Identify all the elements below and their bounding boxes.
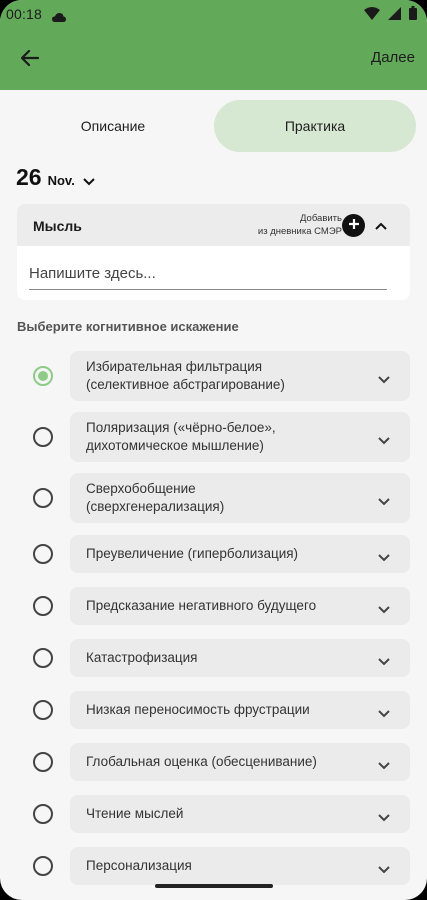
wifi-icon <box>364 6 380 23</box>
distortion-item: Сверхобобщение (сверхгенерализация) <box>0 473 427 523</box>
distortion-item: Поляризация («чёрно-белое», дихотомическо… <box>0 412 427 462</box>
chevron-down-icon <box>378 549 390 567</box>
tab-practice[interactable]: Практика <box>214 100 416 152</box>
distortion-label-line2: (сверхгенерализация) <box>86 499 225 514</box>
add-label-line1: Добавить <box>300 213 342 224</box>
arrow-left-icon <box>20 49 40 71</box>
distortion-label: Низкая переносимость фрустрации <box>86 701 356 719</box>
back-button[interactable] <box>14 44 46 76</box>
distortion-label-line1: Предсказание негативного будущего <box>86 598 317 613</box>
distortion-label: Катастрофизация <box>86 649 356 667</box>
distortion-label: Чтение мыслей <box>86 805 356 823</box>
distortion-item: Катастрофизация <box>0 639 427 677</box>
status-icons <box>364 6 417 23</box>
thought-header: Мысль Добавить из дневника СМЭР <box>17 204 410 246</box>
thought-input[interactable] <box>29 258 387 290</box>
tab-description[interactable]: Описание <box>12 100 214 152</box>
distortion-label: Персонализация <box>86 857 356 875</box>
thought-title: Мысль <box>33 218 82 234</box>
status-time: 00:18 <box>6 6 43 22</box>
distortion-label-line1: Преувеличение (гиперболизация) <box>86 546 299 561</box>
chevron-up-icon <box>375 217 387 235</box>
distortion-card[interactable]: Сверхобобщение (сверхгенерализация) <box>70 473 410 523</box>
distortion-label-line1: Чтение мыслей <box>86 806 184 821</box>
add-label-line2: из дневника СМЭР <box>257 226 342 237</box>
distortion-label: Преувеличение (гиперболизация) <box>86 545 356 563</box>
distortion-item: Преувеличение (гиперболизация) <box>0 535 427 573</box>
chevron-down-icon <box>378 861 390 879</box>
distortion-card[interactable]: Избирательная фильтрация (селективное абс… <box>70 351 410 401</box>
chevron-down-icon <box>378 653 390 671</box>
distortion-label-line1: Персонализация <box>86 858 192 873</box>
chevron-down-icon <box>378 809 390 827</box>
chevron-down-icon <box>83 173 95 191</box>
home-indicator[interactable] <box>155 884 273 888</box>
date-day: 26 <box>16 164 42 190</box>
add-from-diary-button[interactable] <box>342 214 365 237</box>
battery-icon <box>409 6 417 23</box>
distortion-label: Глобальная оценка (обесценивание) <box>86 753 356 771</box>
distortion-item: Глобальная оценка (обесценивание) <box>0 743 427 781</box>
chevron-down-icon <box>378 493 390 511</box>
status-bar: 00:18 <box>0 0 427 30</box>
distortion-item: Избирательная фильтрация (селективное абс… <box>0 351 427 401</box>
collapse-button[interactable] <box>371 216 391 236</box>
distortion-card[interactable]: Чтение мыслей <box>70 795 410 833</box>
distortion-card[interactable]: Преувеличение (гиперболизация) <box>70 535 410 573</box>
thought-card: Мысль Добавить из дневника СМЭР <box>17 204 410 300</box>
date-month: Nov. <box>47 173 75 188</box>
distortion-item: Низкая переносимость фрустрации <box>0 691 427 729</box>
distortion-label-line1: Избирательная фильтрация <box>86 359 263 374</box>
distortion-radio[interactable] <box>33 700 53 720</box>
distortion-label: Предсказание негативного будущего <box>86 597 356 615</box>
distortion-label-line2: дихотомическое мышление) <box>86 438 264 453</box>
chevron-down-icon <box>378 757 390 775</box>
distortion-radio[interactable] <box>33 648 53 668</box>
distortion-item: Предсказание негативного будущего <box>0 587 427 625</box>
signal-icon <box>388 6 401 23</box>
app-bar: Далее <box>0 30 427 90</box>
distortion-radio[interactable] <box>33 856 53 876</box>
section-label: Выберите когнитивное искажение <box>17 319 239 334</box>
cloud-icon <box>52 9 66 25</box>
distortion-card[interactable]: Предсказание негативного будущего <box>70 587 410 625</box>
chevron-down-icon <box>378 705 390 723</box>
chevron-down-icon <box>378 601 390 619</box>
distortion-label-line1: Поляризация («чёрно-белое», <box>86 420 276 435</box>
distortion-item: Персонализация <box>0 847 427 885</box>
distortion-card[interactable]: Глобальная оценка (обесценивание) <box>70 743 410 781</box>
distortion-radio[interactable] <box>33 596 53 616</box>
next-button[interactable]: Далее <box>371 49 415 66</box>
distortion-label: Поляризация («чёрно-белое», дихотомическо… <box>86 419 356 455</box>
distortion-card[interactable]: Поляризация («чёрно-белое», дихотомическо… <box>70 412 410 462</box>
distortion-radio[interactable] <box>33 752 53 772</box>
date-picker[interactable]: 26 Nov. <box>16 164 95 191</box>
distortion-label-line1: Катастрофизация <box>86 650 198 665</box>
distortion-card[interactable]: Катастрофизация <box>70 639 410 677</box>
distortion-label: Сверхобобщение (сверхгенерализация) <box>86 480 356 516</box>
distortion-radio[interactable] <box>33 427 53 447</box>
distortion-label-line1: Глобальная оценка (обесценивание) <box>86 754 317 769</box>
distortion-label-line1: Сверхобобщение <box>86 481 196 496</box>
phone-screen: 00:18 Далее Описание Практика 26 Nov. Мы… <box>0 0 427 900</box>
distortion-radio[interactable] <box>33 366 53 386</box>
add-from-diary-label: Добавить из дневника СМЭР <box>258 212 342 238</box>
tab-bar: Описание Практика <box>0 100 427 152</box>
distortion-label-line1: Низкая переносимость фрустрации <box>86 702 310 717</box>
distortion-radio[interactable] <box>33 544 53 564</box>
distortion-label: Избирательная фильтрация (селективное абс… <box>86 358 356 394</box>
distortion-card[interactable]: Низкая переносимость фрустрации <box>70 691 410 729</box>
distortion-radio[interactable] <box>33 488 53 508</box>
distortion-radio[interactable] <box>33 804 53 824</box>
distortion-card[interactable]: Персонализация <box>70 847 410 885</box>
chevron-down-icon <box>378 432 390 450</box>
chevron-down-icon <box>378 371 390 389</box>
distortion-label-line2: (селективное абстрагирование) <box>86 377 285 392</box>
plus-icon <box>348 217 360 235</box>
distortion-item: Чтение мыслей <box>0 795 427 833</box>
